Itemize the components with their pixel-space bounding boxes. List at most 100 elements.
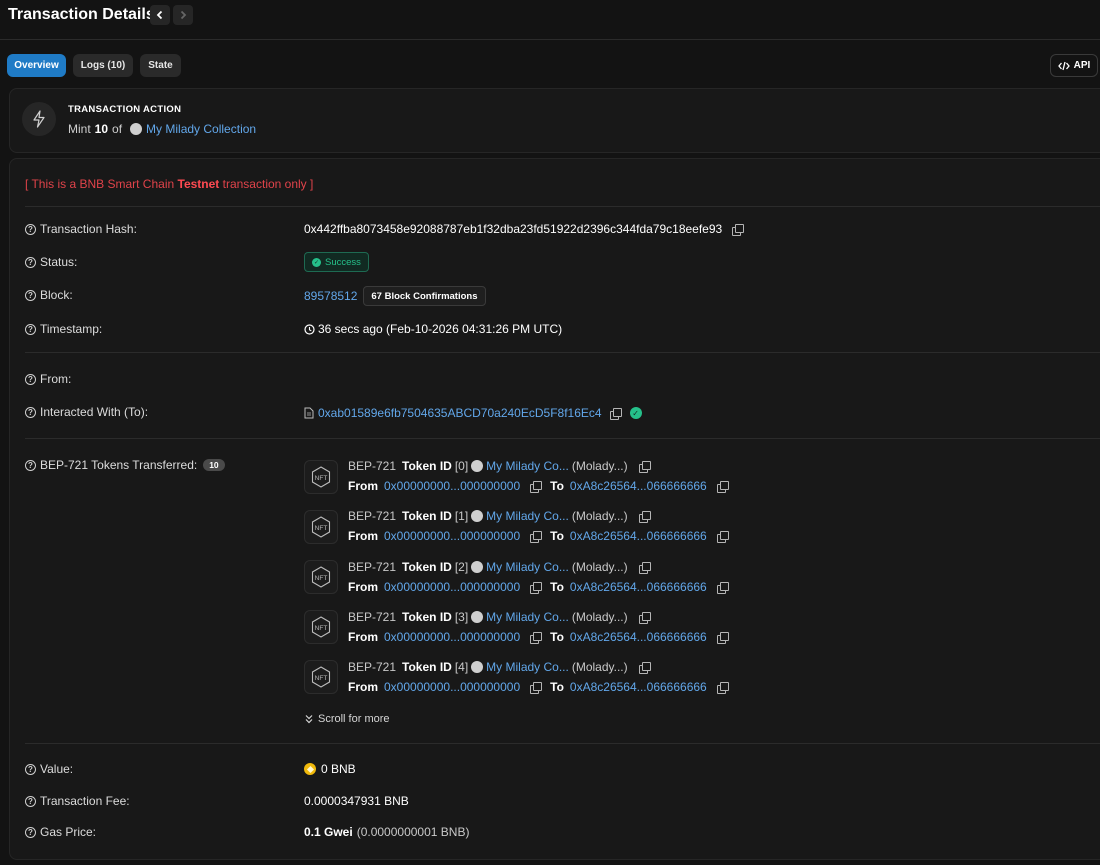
copy-icon[interactable] bbox=[716, 582, 729, 594]
fee-label: Transaction Fee: bbox=[40, 794, 130, 808]
copy-icon[interactable] bbox=[638, 562, 651, 574]
copy-icon[interactable] bbox=[530, 481, 543, 493]
page-title: Transaction Details bbox=[8, 6, 155, 23]
collection-icon bbox=[471, 661, 484, 673]
api-button[interactable]: API bbox=[1050, 54, 1098, 77]
to-label: To bbox=[550, 580, 564, 594]
gas-value: 0.1 Gwei bbox=[304, 825, 353, 839]
value-amount: 0 BNB bbox=[321, 762, 356, 776]
tab-state[interactable]: State bbox=[140, 54, 181, 77]
action-count: 10 bbox=[94, 122, 109, 136]
token-symbol: (Molady...) bbox=[571, 509, 628, 523]
copy-icon[interactable] bbox=[716, 531, 729, 543]
token-id: [2] bbox=[454, 560, 469, 574]
status-value: Success bbox=[325, 256, 361, 268]
fee-label-row: ? Transaction Fee: bbox=[25, 794, 130, 808]
collection-icon bbox=[471, 460, 484, 472]
nft-icon: NFT bbox=[304, 560, 338, 594]
token-to-link[interactable]: 0xA8c26564...066666666 bbox=[570, 529, 707, 543]
verified-icon: ✓ bbox=[629, 407, 642, 419]
status-row: ✓ Success bbox=[304, 252, 369, 272]
token-to-link[interactable]: 0xA8c26564...066666666 bbox=[570, 580, 707, 594]
token-standard: BEP-721 bbox=[348, 660, 397, 674]
api-label: API bbox=[1073, 60, 1091, 71]
svg-text:NFT: NFT bbox=[315, 625, 328, 632]
question-icon: ? bbox=[25, 763, 36, 775]
gas-label: Gas Price: bbox=[40, 825, 97, 839]
copy-icon[interactable] bbox=[716, 481, 729, 493]
tab-overview[interactable]: Overview bbox=[7, 54, 66, 77]
timestamp-row: 36 secs ago (Feb-10-2026 04:31:26 PM UTC… bbox=[304, 322, 562, 336]
token-from-link[interactable]: 0x00000000...000000000 bbox=[384, 580, 520, 594]
collection-icon bbox=[471, 561, 484, 573]
token-transfer-addresses: From 0x00000000...000000000 To 0xA8c2656… bbox=[348, 680, 729, 694]
token-collection-link[interactable]: My Milady Co... bbox=[486, 459, 569, 473]
copy-icon[interactable] bbox=[530, 582, 543, 594]
copy-icon[interactable] bbox=[530, 531, 543, 543]
gas-bnb-value: (0.0000000001 BNB) bbox=[356, 825, 470, 839]
block-label-row: ? Block: bbox=[25, 288, 73, 302]
token-collection-link[interactable]: My Milady Co... bbox=[486, 560, 569, 574]
from-label: From bbox=[348, 580, 378, 594]
collection-link[interactable]: My Milady Collection bbox=[146, 122, 256, 136]
value-label-row: ? Value: bbox=[25, 762, 73, 776]
token-from-link[interactable]: 0x00000000...000000000 bbox=[384, 680, 520, 694]
token-collection-link[interactable]: My Milady Co... bbox=[486, 509, 569, 523]
copy-icon[interactable] bbox=[638, 461, 651, 473]
scroll-for-more-button[interactable]: Scroll for more bbox=[304, 713, 390, 725]
token-id-label: Token ID bbox=[402, 509, 452, 523]
copy-icon[interactable] bbox=[638, 662, 651, 674]
fee-value: 0.0000347931 BNB bbox=[304, 794, 409, 808]
block-link[interactable]: 89578512 bbox=[304, 289, 357, 303]
token-id: [3] bbox=[454, 610, 469, 624]
question-icon: ? bbox=[25, 459, 36, 471]
from-label: From: bbox=[40, 372, 72, 386]
tab-logs[interactable]: Logs (10) bbox=[73, 54, 133, 77]
to-label: To bbox=[550, 680, 564, 694]
fee-row: 0.0000347931 BNB bbox=[304, 794, 409, 808]
copy-icon[interactable] bbox=[609, 408, 622, 420]
tx-hash-value: 0x442ffba8073458e92088787eb1f32dba23fd51… bbox=[304, 222, 723, 236]
divider bbox=[25, 352, 1100, 353]
token-to-link[interactable]: 0xA8c26564...066666666 bbox=[570, 479, 707, 493]
token-transfer-row: BEP-721 Token ID [1] My Milady Co... (Mo… bbox=[348, 509, 651, 523]
question-icon: ? bbox=[25, 826, 36, 838]
svg-text:NFT: NFT bbox=[315, 525, 328, 532]
action-verb: Mint bbox=[68, 122, 91, 136]
block-confirmations-badge: 67 Block Confirmations bbox=[363, 286, 486, 306]
token-id: [4] bbox=[454, 660, 469, 674]
contract-address-link[interactable]: 0xab01589e6fb7504635ABCD70a240EcD5F8f16E… bbox=[318, 406, 602, 420]
testnet-notice: [ This is a BNB Smart Chain Testnet tran… bbox=[25, 177, 313, 191]
from-label: From bbox=[348, 529, 378, 543]
collection-icon bbox=[471, 611, 484, 623]
token-to-link[interactable]: 0xA8c26564...066666666 bbox=[570, 630, 707, 644]
token-transfer-row: BEP-721 Token ID [2] My Milady Co... (Mo… bbox=[348, 560, 651, 574]
copy-icon[interactable] bbox=[716, 682, 729, 694]
to-label-row: ? Interacted With (To): bbox=[25, 405, 148, 419]
next-tx-button[interactable] bbox=[173, 5, 193, 25]
token-collection-link[interactable]: My Milady Co... bbox=[486, 660, 569, 674]
question-icon: ? bbox=[25, 289, 36, 301]
prev-tx-button[interactable] bbox=[150, 5, 170, 25]
transaction-action-card bbox=[9, 88, 1100, 153]
timestamp-value: 36 secs ago (Feb-10-2026 04:31:26 PM UTC… bbox=[318, 322, 563, 336]
copy-icon[interactable] bbox=[638, 511, 651, 523]
token-from-link[interactable]: 0x00000000...000000000 bbox=[384, 630, 520, 644]
transaction-action-text: Mint 10 of My Milady Collection bbox=[68, 122, 256, 136]
token-to-link[interactable]: 0xA8c26564...066666666 bbox=[570, 680, 707, 694]
copy-icon[interactable] bbox=[732, 224, 745, 236]
token-collection-link[interactable]: My Milady Co... bbox=[486, 610, 569, 624]
copy-icon[interactable] bbox=[638, 612, 651, 624]
check-circle-icon: ✓ bbox=[312, 257, 321, 267]
token-from-link[interactable]: 0x00000000...000000000 bbox=[384, 479, 520, 493]
svg-text:NFT: NFT bbox=[315, 675, 328, 682]
token-from-link[interactable]: 0x00000000...000000000 bbox=[384, 529, 520, 543]
copy-icon[interactable] bbox=[716, 632, 729, 644]
token-transfer-addresses: From 0x00000000...000000000 To 0xA8c2656… bbox=[348, 479, 729, 493]
copy-icon[interactable] bbox=[530, 632, 543, 644]
copy-icon[interactable] bbox=[530, 682, 543, 694]
token-transfer-addresses: From 0x00000000...000000000 To 0xA8c2656… bbox=[348, 529, 729, 543]
gas-row: 0.1 Gwei (0.0000000001 BNB) bbox=[304, 825, 469, 839]
block-label: Block: bbox=[40, 288, 73, 302]
to-label: To bbox=[550, 529, 564, 543]
